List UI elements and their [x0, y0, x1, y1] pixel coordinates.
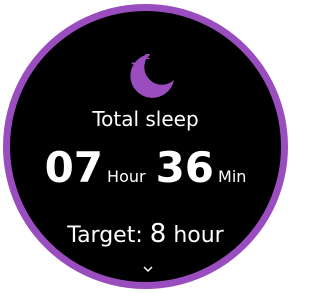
sleep-moon-icon: z z z	[130, 52, 174, 98]
total-sleep-title: Total sleep	[92, 107, 199, 131]
svg-text:z: z	[131, 59, 139, 74]
chevron-down-icon[interactable]	[143, 266, 153, 272]
target-label: Target:	[67, 223, 143, 248]
sleep-duration: 07 Hour 36 Min	[10, 143, 281, 192]
target-value: 8	[149, 219, 167, 249]
sleep-hours-value: 07	[44, 143, 104, 192]
sleep-minutes-unit: Min	[218, 167, 247, 186]
watch-face: z z z Total sleep 07 Hour 36 Min Target:…	[3, 4, 288, 289]
target-unit: hour	[173, 223, 224, 248]
sleep-hours-unit: Hour	[107, 167, 146, 186]
svg-text:z: z	[145, 52, 150, 62]
sleep-target: Target: 8 hour	[10, 219, 281, 249]
sleep-minutes-value: 36	[155, 143, 215, 192]
